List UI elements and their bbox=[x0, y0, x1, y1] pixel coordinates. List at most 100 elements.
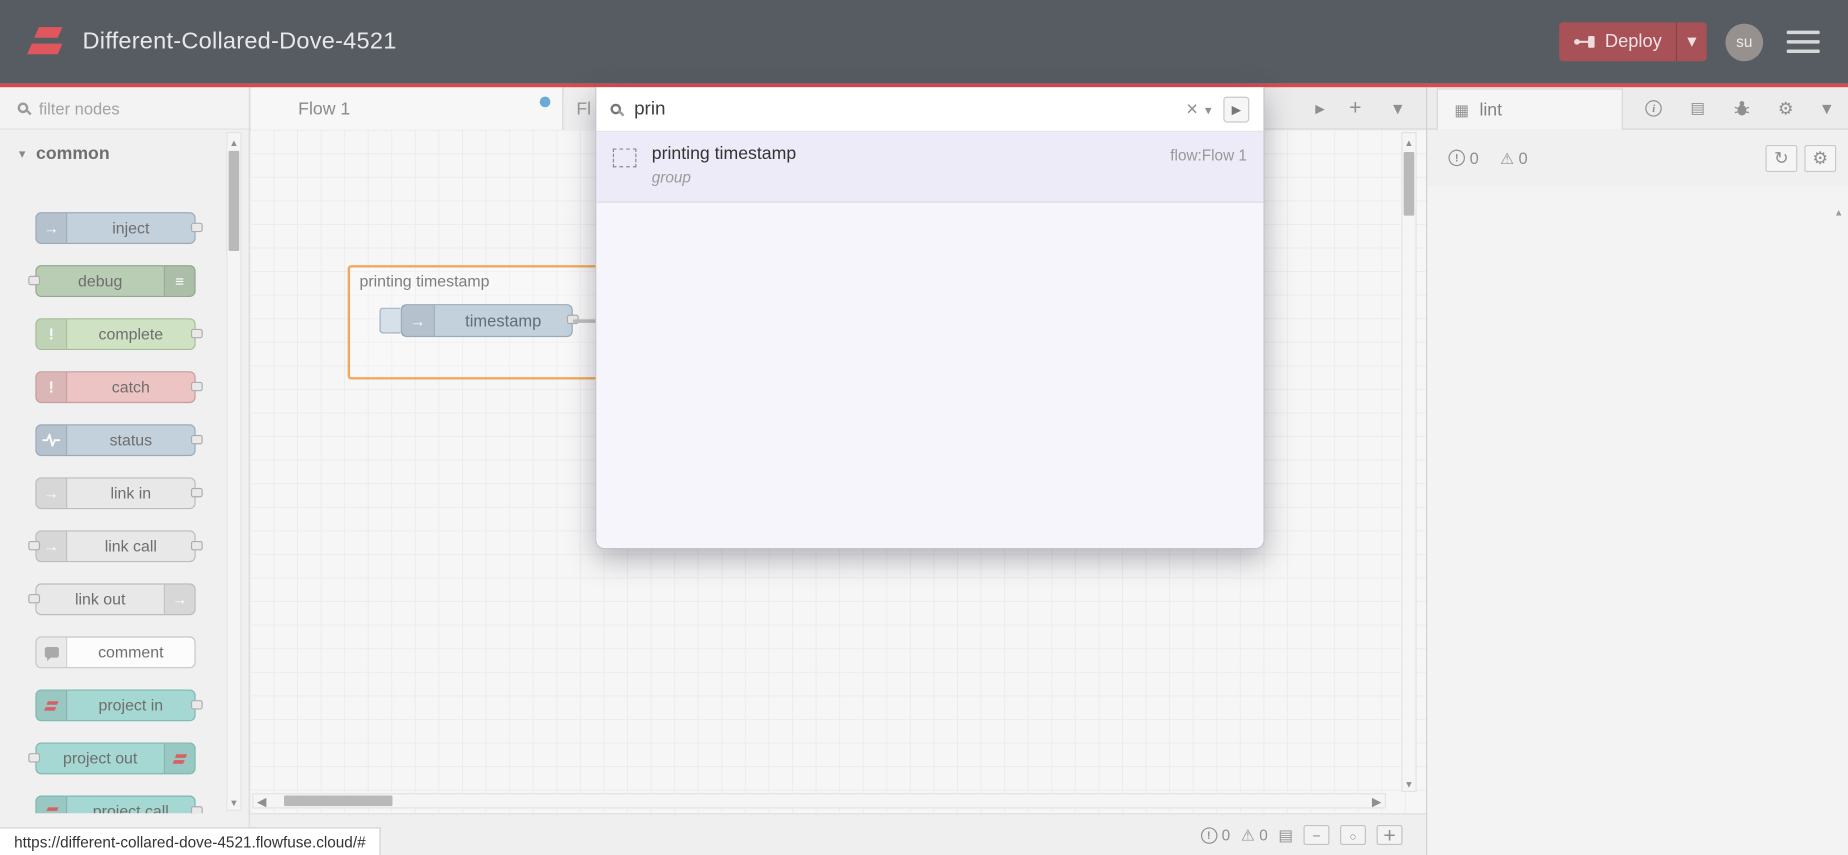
alert-icon: ! bbox=[36, 319, 68, 349]
palette-node-project-in[interactable]: project in bbox=[35, 689, 203, 722]
palette-node-project-call[interactable]: project call bbox=[35, 795, 203, 814]
search-results-list: printing timestamp group flow:Flow 1 bbox=[596, 131, 1264, 549]
lint-settings-button[interactable] bbox=[1804, 144, 1837, 172]
zoom-in-button[interactable] bbox=[1376, 824, 1403, 846]
palette-node-comment[interactable]: comment bbox=[35, 636, 196, 669]
lint-icon bbox=[1454, 100, 1468, 120]
app-header: Different-Collared-Dove-4521 Deploy su bbox=[0, 0, 1848, 84]
flow-list-button[interactable] bbox=[1384, 94, 1412, 122]
lint-warning-count: 0 bbox=[1500, 148, 1528, 168]
scroll-up-icon[interactable] bbox=[1834, 200, 1843, 221]
palette-node-status[interactable]: status bbox=[35, 424, 203, 457]
scroll-up-icon[interactable] bbox=[227, 133, 240, 149]
palette-node-project-out[interactable]: project out bbox=[28, 742, 196, 775]
canvas-vertical-scrollbar[interactable] bbox=[1401, 131, 1417, 792]
scroll-right-icon[interactable] bbox=[1368, 794, 1385, 807]
scroll-up-icon[interactable] bbox=[1402, 133, 1415, 149]
main-menu-button[interactable] bbox=[1786, 30, 1820, 54]
input-port bbox=[28, 540, 41, 550]
inject-trigger-button[interactable] bbox=[379, 307, 401, 334]
user-avatar[interactable]: su bbox=[1725, 22, 1764, 61]
link-arrow-icon: → bbox=[36, 531, 68, 561]
canvas-horizontal-scrollbar[interactable] bbox=[252, 793, 1386, 809]
result-flow: flow:Flow 1 bbox=[1170, 146, 1247, 164]
heartbeat-icon bbox=[36, 425, 68, 455]
palette-node-complete[interactable]: ! complete bbox=[35, 318, 203, 351]
bug-icon[interactable] bbox=[1733, 100, 1750, 116]
output-port bbox=[190, 699, 203, 709]
scrollbar-thumb[interactable] bbox=[1403, 152, 1415, 216]
palette-node-inject[interactable]: → inject bbox=[35, 212, 203, 244]
warning-count[interactable]: 0 bbox=[1241, 826, 1268, 845]
docs-icon[interactable] bbox=[1690, 99, 1704, 118]
flowfuse-logo-icon bbox=[26, 22, 68, 62]
palette-filter-input[interactable]: filter nodes bbox=[0, 87, 249, 130]
output-port bbox=[190, 222, 203, 232]
node-label: timestamp bbox=[465, 311, 542, 330]
chevron-down-icon bbox=[19, 146, 26, 161]
palette-filter-placeholder: filter nodes bbox=[38, 98, 120, 118]
lint-error-count: ! 0 bbox=[1448, 148, 1479, 167]
output-port bbox=[190, 540, 203, 550]
output-port bbox=[190, 381, 203, 391]
info-icon[interactable]: i bbox=[1645, 100, 1663, 117]
inject-arrow-icon: → bbox=[36, 213, 68, 243]
palette-category-label: common bbox=[35, 143, 110, 164]
palette-node-link-out[interactable]: link out → bbox=[28, 583, 196, 616]
error-circle-icon: ! bbox=[1448, 149, 1465, 167]
search-dialog: prin printing timestamp group flow:Flow … bbox=[595, 87, 1265, 550]
palette-node-debug[interactable]: debug ≡ bbox=[28, 265, 196, 297]
zoom-out-button[interactable] bbox=[1303, 824, 1330, 846]
scrollbar-thumb[interactable] bbox=[228, 150, 240, 252]
lint-toolbar: ! 0 0 bbox=[1427, 130, 1848, 187]
search-icon bbox=[610, 103, 622, 115]
inject-arrow-icon: → bbox=[401, 305, 435, 336]
inject-node[interactable]: → timestamp bbox=[379, 304, 579, 338]
search-expand-button[interactable] bbox=[1223, 96, 1250, 122]
alert-icon: ! bbox=[36, 372, 68, 402]
navigator-icon[interactable] bbox=[1278, 824, 1292, 845]
browser-status-url: https://different-collared-dove-4521.flo… bbox=[0, 827, 381, 855]
palette-category-common[interactable]: common bbox=[0, 130, 249, 177]
search-options-icon[interactable] bbox=[1205, 98, 1212, 119]
link-arrow-icon: → bbox=[163, 584, 195, 615]
scroll-down-icon[interactable] bbox=[1402, 774, 1415, 791]
zoom-reset-button[interactable] bbox=[1340, 824, 1366, 846]
search-result-item[interactable]: printing timestamp group flow:Flow 1 bbox=[596, 131, 1264, 203]
tab-flow-1[interactable]: Flow 1 bbox=[251, 87, 564, 130]
tab-scroll-right-button[interactable] bbox=[1306, 94, 1334, 122]
output-port bbox=[190, 487, 203, 497]
scrollbar-thumb[interactable] bbox=[284, 795, 393, 807]
link-arrow-icon: → bbox=[36, 478, 68, 508]
add-flow-button[interactable] bbox=[1341, 94, 1369, 122]
deploy-icon bbox=[1573, 35, 1595, 48]
lint-results-panel bbox=[1427, 186, 1848, 855]
flow-modified-indicator bbox=[539, 96, 551, 108]
error-count[interactable]: ! 0 bbox=[1200, 826, 1230, 844]
sidebar-tab-bar: lint i bbox=[1427, 87, 1848, 130]
result-kind: group bbox=[651, 168, 691, 187]
deploy-options-button[interactable] bbox=[1675, 22, 1707, 62]
search-input[interactable]: prin bbox=[634, 98, 1186, 119]
flowfuse-icon bbox=[36, 796, 68, 814]
gear-icon[interactable] bbox=[1778, 98, 1794, 119]
scroll-left-icon[interactable] bbox=[253, 794, 269, 807]
input-port bbox=[28, 752, 41, 762]
group-icon bbox=[612, 148, 637, 168]
flowfuse-icon bbox=[36, 690, 68, 721]
palette-node-link-call[interactable]: → link call bbox=[28, 530, 203, 563]
sidebar-menu-icon[interactable] bbox=[1822, 97, 1831, 121]
palette-node-catch[interactable]: ! catch bbox=[35, 371, 203, 404]
debug-panel-icon: ≡ bbox=[163, 266, 195, 296]
clear-search-icon[interactable] bbox=[1186, 97, 1198, 121]
lint-refresh-button[interactable] bbox=[1765, 144, 1798, 172]
deploy-button[interactable]: Deploy bbox=[1558, 22, 1707, 62]
sidebar-tab-lint[interactable]: lint bbox=[1436, 88, 1623, 130]
flowfuse-icon bbox=[163, 743, 195, 774]
error-circle-icon: ! bbox=[1200, 826, 1217, 844]
scroll-down-icon[interactable] bbox=[227, 793, 240, 810]
search-icon bbox=[17, 102, 29, 114]
palette-scrollbar[interactable] bbox=[226, 131, 242, 811]
result-title: printing timestamp bbox=[651, 143, 797, 164]
palette-node-link-in[interactable]: → link in bbox=[35, 477, 203, 510]
